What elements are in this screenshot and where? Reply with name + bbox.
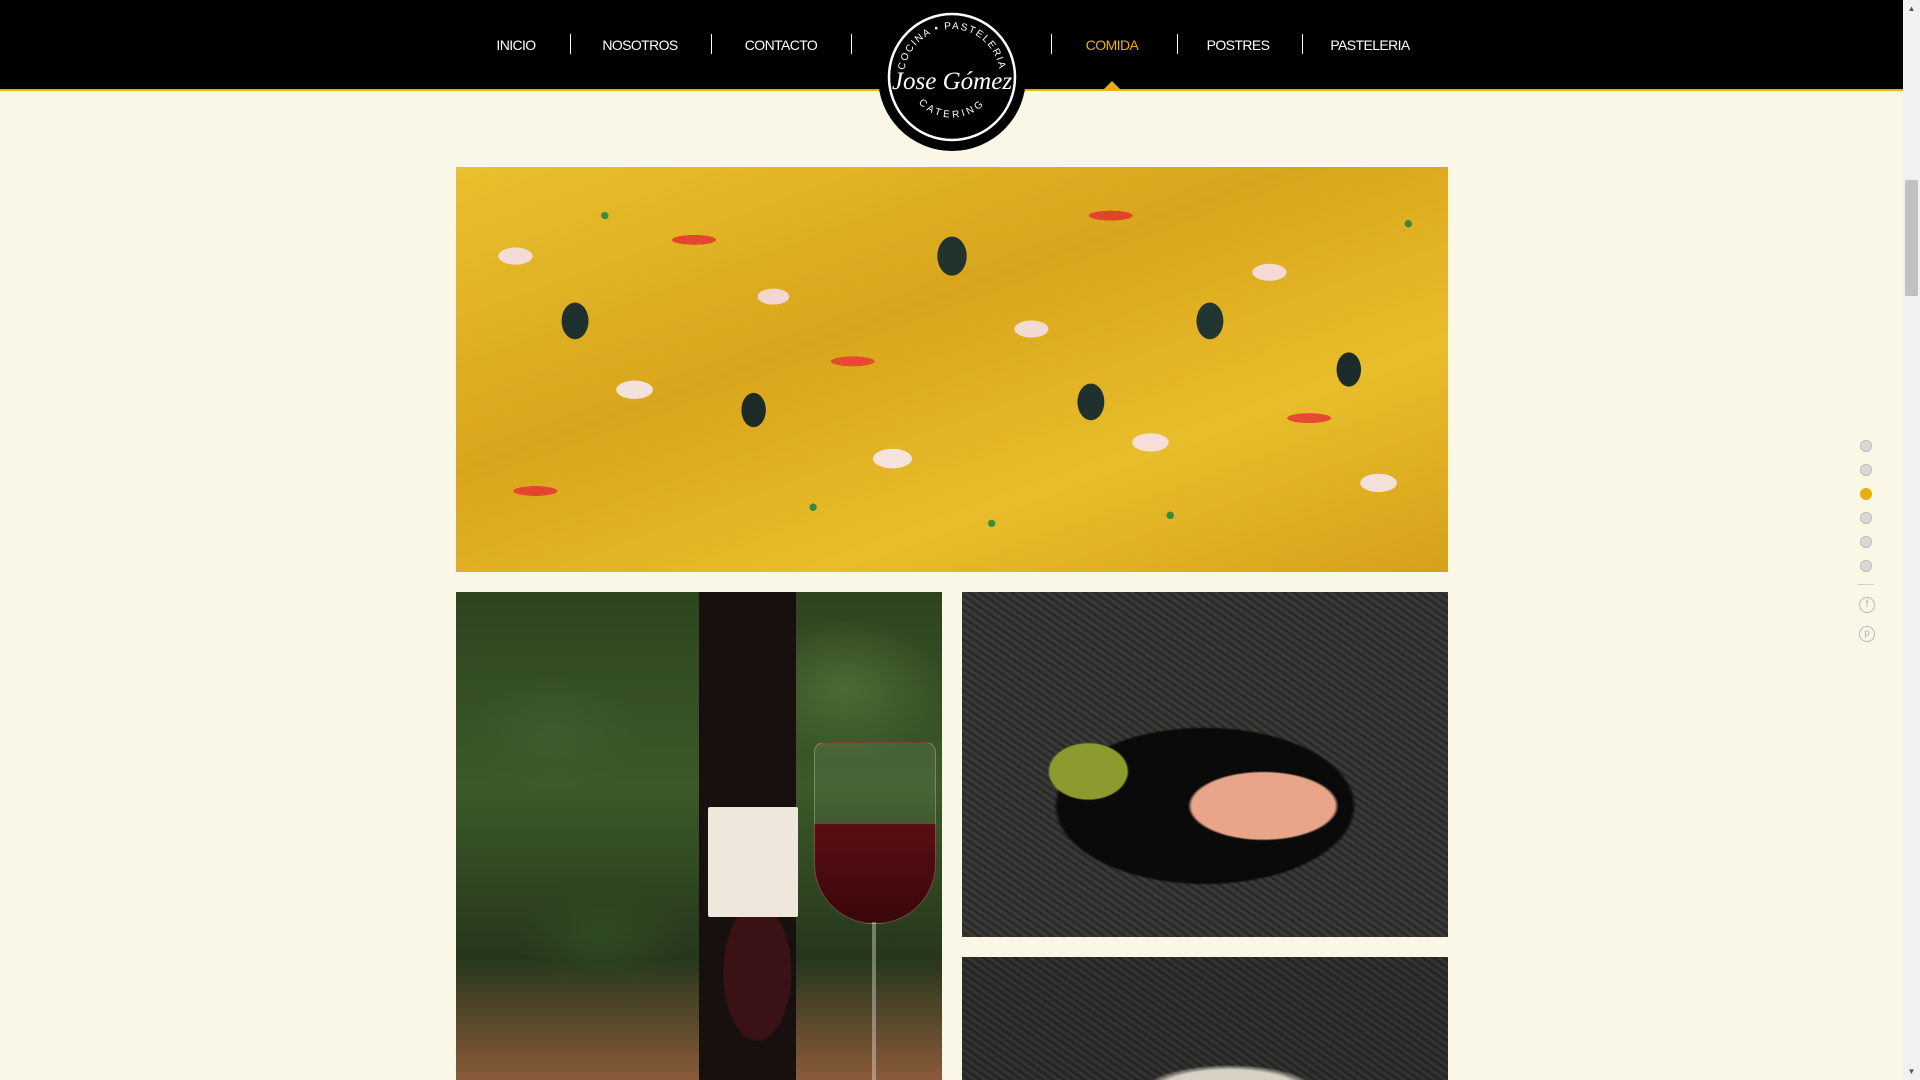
facebook-icon[interactable]: f [1859, 597, 1875, 613]
nav-separator [570, 34, 571, 54]
nav-item-nosotros[interactable]: NOSOTROS [594, 33, 686, 57]
nav-separator [1051, 34, 1052, 54]
nav-separator [1177, 34, 1178, 54]
scrollbar-thumb[interactable] [1905, 180, 1918, 296]
page-nav-dot-6[interactable] [1860, 560, 1872, 572]
nav-item-postres[interactable]: POSTRES [1202, 33, 1274, 57]
nav-item-contacto[interactable]: CONTACTO [735, 33, 827, 57]
scrollbar-track[interactable] [1903, 0, 1920, 1080]
nav-item-comida[interactable]: COMIDA [1076, 33, 1148, 57]
page-nav-dot-1[interactable] [1860, 440, 1872, 452]
nav-item-pasteleria[interactable]: PASTELERIA [1326, 33, 1414, 57]
plated-dish-photo[interactable] [962, 957, 1448, 1080]
wine-photo[interactable] [456, 592, 942, 1080]
scroll-up-arrow-icon[interactable]: ▲ [1903, 0, 1920, 17]
page-nav-dot-3[interactable] [1860, 488, 1872, 500]
wine-glass [814, 742, 936, 924]
page-nav-divider [1858, 584, 1874, 585]
pinterest-icon[interactable]: p [1859, 626, 1875, 642]
brand-logo[interactable]: COCINA • PASTELERIA Jose Gómez CATERING [880, 5, 1024, 149]
nav-separator [851, 34, 852, 54]
nav-separator [711, 34, 712, 54]
page-nav-dot-5[interactable] [1860, 536, 1872, 548]
salmon-dish-photo[interactable] [962, 592, 1448, 937]
page-nav-dot-4[interactable] [1860, 512, 1872, 524]
paella-photo[interactable] [456, 167, 1448, 572]
scroll-down-arrow-icon[interactable]: ▼ [1903, 1063, 1920, 1080]
logo-name: Jose Gómez [892, 68, 1012, 95]
wine-glass-stem [872, 922, 876, 1080]
nav-separator [1302, 34, 1303, 54]
wine-bottle-label [708, 807, 798, 917]
svg-text:CATERING: CATERING [916, 97, 987, 121]
active-nav-indicator [1104, 81, 1120, 89]
nav-item-inicio[interactable]: INICIO [486, 33, 546, 57]
page-nav-dot-2[interactable] [1860, 464, 1872, 476]
logo-bottom-text: CATERING [916, 97, 984, 121]
